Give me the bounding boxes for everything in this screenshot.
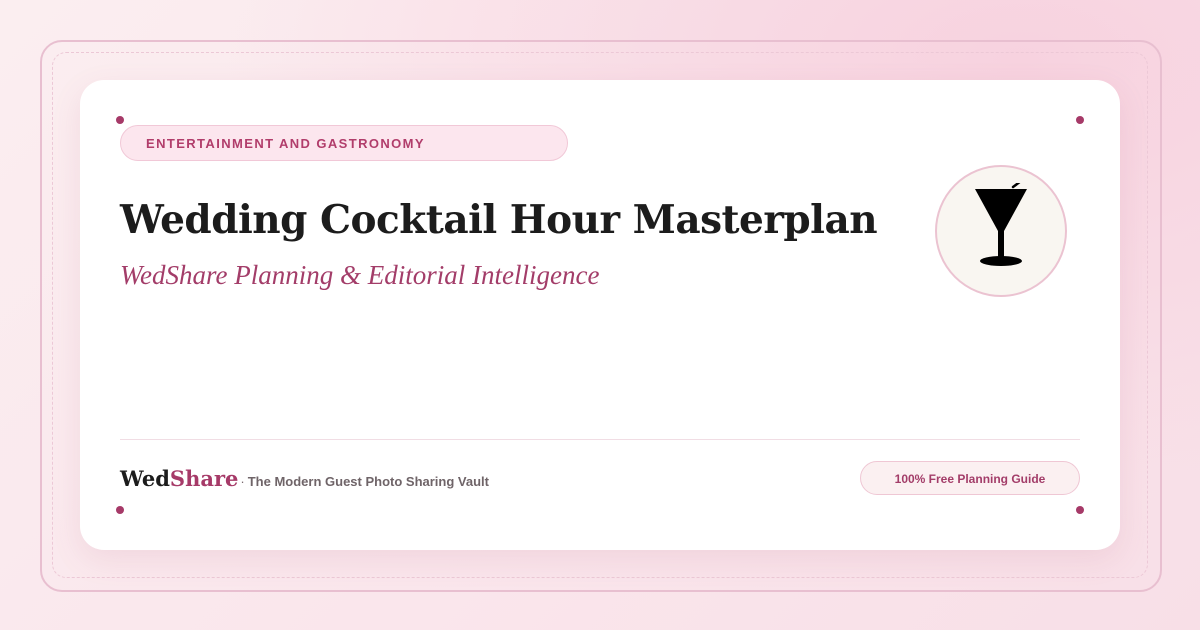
brand-logo-accent: Share — [169, 466, 239, 491]
category-label: ENTERTAINMENT AND GASTRONOMY — [146, 136, 425, 151]
brand-separator: · — [240, 474, 245, 489]
footer-divider — [120, 439, 1080, 440]
category-pill: ENTERTAINMENT AND GASTRONOMY — [120, 125, 568, 161]
corner-dot-icon — [1076, 506, 1084, 514]
corner-dot-icon — [1076, 116, 1084, 124]
brand-tagline: The Modern Guest Photo Sharing Vault — [247, 474, 489, 489]
cocktail-glass-icon — [975, 183, 1027, 266]
brand-logo-primary: Wed — [120, 466, 170, 491]
page-title: Wedding Cocktail Hour Masterplan — [120, 197, 878, 243]
title-card: ENTERTAINMENT AND GASTRONOMY Wedding Coc… — [80, 80, 1120, 550]
page-subtitle: WedShare Planning & Editorial Intelligen… — [120, 260, 600, 290]
hero-icon-badge — [935, 165, 1067, 297]
free-guide-badge: 100% Free Planning Guide — [860, 461, 1080, 495]
free-guide-badge-label: 100% Free Planning Guide — [894, 472, 1046, 486]
brand-lockup: WedShare · The Modern Guest Photo Sharing … — [120, 464, 489, 497]
corner-dot-icon — [116, 116, 124, 124]
corner-dot-icon — [116, 506, 124, 514]
